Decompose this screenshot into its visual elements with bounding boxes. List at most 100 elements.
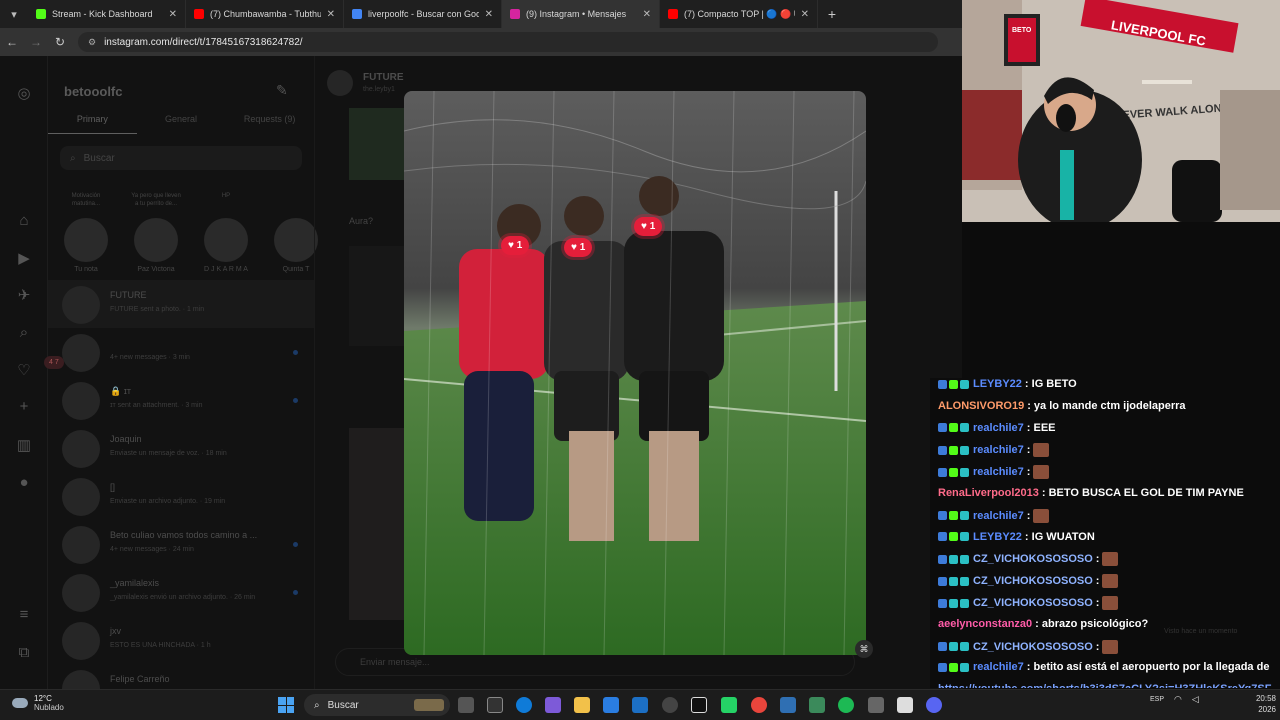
- note-item[interactable]: HP D J K A R M A: [200, 192, 252, 273]
- inbox-tab[interactable]: Requests (9): [225, 114, 314, 134]
- tab-close-icon[interactable]: ✕: [485, 9, 493, 20]
- chat-emote-icon: [1102, 596, 1119, 610]
- new-tab-button[interactable]: +: [818, 6, 846, 22]
- app-icon[interactable]: [809, 697, 825, 713]
- spotify-icon[interactable]: [838, 697, 854, 713]
- task-view-icon[interactable]: [458, 697, 474, 713]
- wifi-icon[interactable]: ◠: [1174, 694, 1182, 705]
- conversation-item[interactable]: Felipe Carreño: [48, 664, 314, 689]
- browser-tab[interactable]: (7) Compacto TOP | 🔵 🔴 U. de ✕: [660, 0, 818, 28]
- discord-icon[interactable]: [926, 697, 942, 713]
- chat-username[interactable]: CZ_VICHOKOSOSOSO: [973, 553, 1093, 565]
- translate-icon[interactable]: ⌘: [855, 640, 873, 658]
- chat-username[interactable]: LEYBY22: [973, 531, 1022, 543]
- app-icon[interactable]: [487, 697, 503, 713]
- browser-tab[interactable]: (9) Instagram • Mensajes ✕: [502, 0, 660, 28]
- photo-viewer-image[interactable]: [404, 91, 866, 655]
- taskbar-search[interactable]: ⌕ Buscar: [304, 694, 450, 716]
- whatsapp-icon[interactable]: [721, 697, 737, 713]
- browser-tab[interactable]: liverpoolfc - Buscar con Google ✕: [344, 0, 502, 28]
- instagram-logo-icon[interactable]: ◎: [14, 84, 34, 104]
- clock[interactable]: 20:58 2026: [1244, 693, 1276, 715]
- back-icon[interactable]: ←: [0, 35, 24, 49]
- badge-icon: [938, 467, 947, 477]
- browser-tab[interactable]: (7) Chumbawamba - Tubthump ✕: [186, 0, 344, 28]
- notepad-icon[interactable]: [897, 697, 913, 713]
- app-icon[interactable]: [868, 697, 884, 713]
- app-icon[interactable]: [780, 697, 796, 713]
- chat-badges: [938, 642, 969, 652]
- thread-avatar[interactable]: [327, 70, 353, 96]
- compose-icon[interactable]: ✎: [276, 82, 288, 99]
- conversation-item[interactable]: 4+ new messages · 3 min: [48, 328, 314, 376]
- tab-close-icon[interactable]: ✕: [801, 9, 809, 20]
- chat-username[interactable]: ALONSIVORO19: [938, 400, 1024, 412]
- home-icon[interactable]: ⌂: [14, 212, 34, 232]
- chat-username[interactable]: CZ_VICHOKOSOSOSO: [973, 597, 1093, 609]
- profile-avatar[interactable]: ●: [14, 474, 34, 494]
- obs-icon[interactable]: [662, 697, 678, 713]
- address-bar[interactable]: ⚙ instagram.com/direct/t/178451673186247…: [78, 32, 938, 52]
- inbox-tab[interactable]: General: [137, 114, 226, 134]
- badge-icon: [949, 662, 958, 672]
- conversation-item[interactable]: [] Enviaste un archivo adjunto. · 19 min: [48, 472, 314, 520]
- inbox-search-input[interactable]: ⌕ Buscar: [60, 146, 302, 170]
- conversation-item[interactable]: 🔒 ɪᴛ ɪᴛ sent an attachment. · 3 min: [48, 376, 314, 424]
- site-info-icon[interactable]: ⚙: [88, 37, 96, 48]
- conversation-item[interactable]: Joaquin Enviaste un mensaje de voz. · 18 …: [48, 424, 314, 472]
- chat-message: realchile7:: [938, 508, 1050, 523]
- conversation-item[interactable]: _yamilalexis _yamilalexis envió un archiv…: [48, 568, 314, 616]
- inbox-tab[interactable]: Primary: [48, 114, 137, 134]
- meta-apps-icon[interactable]: ⧉: [14, 644, 34, 664]
- shared-photo-thumb[interactable]: [349, 108, 405, 180]
- tab-close-icon[interactable]: ✕: [327, 9, 335, 20]
- chat-username[interactable]: realchile7: [973, 422, 1024, 434]
- forward-icon[interactable]: →: [24, 35, 48, 49]
- note-item[interactable]: Ya pero que lleven a tu perrito de... Paz…: [130, 192, 182, 273]
- messages-icon[interactable]: ✈: [14, 286, 34, 306]
- conversation-item[interactable]: jxv ESTO ES UNA HINCHADA · 1 h: [48, 616, 314, 664]
- chat-username[interactable]: realchile7: [973, 444, 1024, 456]
- badge-icon: [960, 467, 969, 477]
- notifications-heart-icon[interactable]: ♡: [14, 361, 34, 381]
- chat-username[interactable]: realchile7: [973, 466, 1024, 478]
- browser-tab[interactable]: Stream - Kick Dashboard ✕: [28, 0, 186, 28]
- chat-username[interactable]: realchile7: [973, 510, 1024, 522]
- tab-close-icon[interactable]: ✕: [643, 9, 651, 20]
- copilot-icon[interactable]: [545, 697, 561, 713]
- chat-username[interactable]: aeelynconstanza0: [938, 618, 1032, 630]
- chat-username[interactable]: CZ_VICHOKOSOSOSO: [973, 641, 1093, 653]
- badge-icon: [949, 511, 958, 521]
- language-indicator[interactable]: ESP: [1150, 696, 1164, 703]
- chat-link[interactable]: https://youtube.com/shorts/b3j3dS7aCLY?s…: [938, 683, 1271, 688]
- thread-name[interactable]: FUTURE: [363, 72, 404, 83]
- dashboard-icon[interactable]: ▥: [14, 436, 34, 456]
- reels-icon[interactable]: ▶: [14, 249, 34, 269]
- create-icon[interactable]: +: [14, 398, 34, 418]
- shared-post-card[interactable]: [349, 246, 405, 346]
- chrome-icon[interactable]: [751, 697, 767, 713]
- inbox-username[interactable]: betooolfc: [64, 84, 123, 99]
- more-menu-icon[interactable]: ≡: [14, 606, 34, 626]
- search-highlight-image: [414, 699, 444, 711]
- edge-icon[interactable]: [516, 697, 532, 713]
- tab-search-icon[interactable]: ▾: [0, 0, 28, 28]
- chat-username[interactable]: realchile7: [973, 661, 1024, 673]
- file-explorer-icon[interactable]: [574, 697, 590, 713]
- search-icon[interactable]: ⌕: [14, 324, 34, 344]
- tiktok-icon[interactable]: [691, 697, 707, 713]
- chat-username[interactable]: RenaLiverpool2013: [938, 487, 1039, 499]
- shared-photo-thumb-2[interactable]: [349, 428, 405, 620]
- chat-username[interactable]: LEYBY22: [973, 378, 1022, 390]
- note-item[interactable]: Motivación matutina... Tu nota: [60, 192, 112, 273]
- start-button[interactable]: [278, 697, 294, 713]
- volume-icon[interactable]: ◁: [1192, 694, 1199, 705]
- weather-widget[interactable]: 12°C Nublado: [12, 694, 64, 712]
- chat-username[interactable]: CZ_VICHOKOSOSOSO: [973, 575, 1093, 587]
- outlook-icon[interactable]: [632, 697, 648, 713]
- store-icon[interactable]: [603, 697, 619, 713]
- conversation-item[interactable]: FUTURE FUTURE sent a photo. · 1 min: [48, 280, 314, 328]
- conversation-item[interactable]: Beto culiao vamos todos camino a ... 4+ n…: [48, 520, 314, 568]
- reload-icon[interactable]: ↻: [48, 35, 72, 49]
- tab-close-icon[interactable]: ✕: [169, 9, 177, 20]
